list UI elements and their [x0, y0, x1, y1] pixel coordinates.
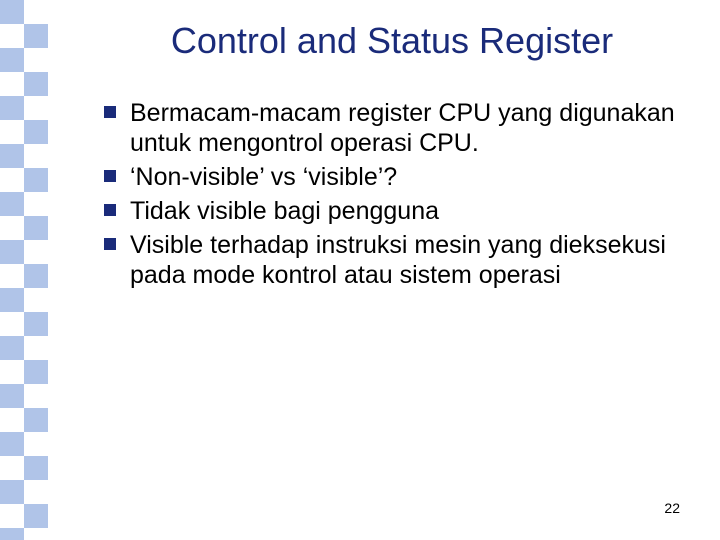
list-item: ‘Non-visible’ vs ‘visible’?: [104, 162, 680, 192]
list-item: Visible terhadap instruksi mesin yang di…: [104, 230, 680, 290]
slide-title: Control and Status Register: [104, 20, 680, 62]
list-item: Bermacam-macam register CPU yang digunak…: [104, 98, 680, 158]
decorative-border: [0, 0, 48, 540]
page-number: 22: [664, 500, 680, 516]
bullet-list: Bermacam-macam register CPU yang digunak…: [104, 98, 680, 290]
slide-content: Control and Status Register Bermacam-mac…: [48, 0, 720, 540]
list-item: Tidak visible bagi pengguna: [104, 196, 680, 226]
